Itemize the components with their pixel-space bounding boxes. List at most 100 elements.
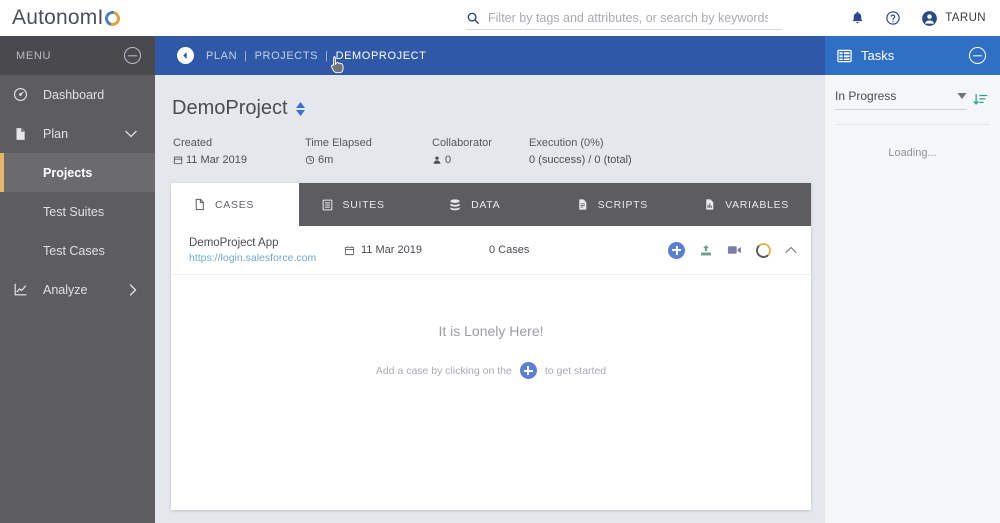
app-root: Autonom I Filter by tags and attributes,… — [0, 0, 1000, 523]
breadcrumb-item-plan[interactable]: PLAN — [206, 50, 237, 62]
task-list-icon — [837, 49, 852, 63]
tasks-title: Tasks — [861, 48, 895, 63]
case-date-label: 11 Mar 2019 — [361, 244, 422, 256]
tab-variables[interactable]: VARIABLES — [681, 183, 812, 226]
chart-line-icon — [13, 282, 35, 297]
chevron-down-icon[interactable] — [125, 130, 137, 138]
case-count-label: 0 Cases — [489, 244, 530, 256]
case-name-label: DemoProject App — [189, 236, 279, 249]
help-circle-icon[interactable] — [885, 10, 901, 26]
dashboard-gauge-icon — [13, 87, 35, 102]
tasks-panel-header: Tasks — [825, 36, 1000, 75]
page-title-text: DemoProject — [172, 97, 288, 119]
meta-value-wrap: 0 (success) / 0 (total) — [529, 154, 709, 166]
sidebar: MENU Dashboard Plan Projects Test Suites… — [0, 36, 155, 523]
tab-label: DATA — [471, 198, 501, 211]
back-arrow-circle-icon[interactable] — [177, 47, 194, 64]
database-icon — [448, 198, 462, 212]
tab-scripts[interactable]: SCRIPTS — [553, 183, 682, 226]
brand-name-suffix: I — [97, 6, 104, 29]
account-circle-icon — [921, 10, 938, 27]
sidebar-item-analyze[interactable]: Analyze — [0, 270, 155, 309]
sidebar-header-label: MENU — [16, 49, 52, 62]
tasks-status-select[interactable]: In Progress — [835, 89, 967, 110]
meta-value: 11 Mar 2019 — [186, 154, 247, 166]
chevron-right-icon[interactable] — [129, 283, 137, 296]
script-file-icon — [576, 197, 589, 212]
case-name-cell: DemoProject App https://login.salesforce… — [189, 237, 344, 264]
person-icon — [432, 155, 442, 165]
search-input[interactable] — [488, 10, 768, 25]
sort-descending-icon[interactable] — [973, 92, 988, 107]
user-name-label: TARUN — [945, 12, 986, 24]
meta-value-wrap: 0 — [432, 154, 529, 166]
breadcrumb-separator: | — [244, 49, 248, 62]
page-title: DemoProject — [155, 75, 825, 120]
meta-label: Collaborator — [432, 137, 492, 149]
search-bar[interactable] — [466, 6, 782, 30]
meta-created: Created 11 Mar 2019 — [173, 137, 305, 166]
sidebar-item-label: Plan — [43, 126, 69, 141]
tab-cases[interactable]: CASES — [171, 183, 299, 226]
search-icon — [466, 11, 480, 25]
top-bar-actions: TARUN — [850, 0, 986, 36]
file-icon — [193, 197, 206, 212]
sidebar-item-label: Analyze — [43, 282, 88, 297]
empty-state-hint: Add a case by clicking on the to get sta… — [171, 362, 811, 379]
tab-bar: CASES SUITES DATA SCRIPTS VARIABLES — [171, 183, 812, 226]
table-row[interactable]: DemoProject App https://login.salesforce… — [171, 226, 811, 275]
project-card: CASES SUITES DATA SCRIPTS VARIABLES Demo… — [171, 183, 812, 510]
tasks-status-value: In Progress — [835, 89, 897, 103]
meta-value: 0 (success) / 0 (total) — [529, 154, 632, 166]
variables-file-icon — [703, 197, 716, 212]
video-camera-icon[interactable] — [727, 244, 742, 256]
breadcrumb-item-demoproject[interactable]: DEMOPROJECT — [336, 50, 427, 62]
calendar-icon — [344, 245, 355, 256]
sidebar-item-label: Test Cases — [43, 243, 105, 258]
tab-label: VARIABLES — [725, 198, 790, 211]
tab-suites[interactable]: SUITES — [298, 183, 427, 226]
tab-label: CASES — [215, 198, 255, 211]
sidebar-item-test-suites[interactable]: Test Suites — [0, 192, 155, 231]
sidebar-item-test-cases[interactable]: Test Cases — [0, 231, 155, 270]
bell-icon[interactable] — [850, 10, 865, 26]
empty-hint-after: to get started — [544, 364, 607, 377]
sidebar-item-label: Test Suites — [43, 204, 105, 219]
breadcrumb-item-projects[interactable]: PROJECTS — [255, 50, 318, 62]
brand-name: Autonom — [12, 6, 98, 29]
breadcrumb-separator: | — [325, 49, 329, 62]
add-plus-circle-icon[interactable] — [668, 241, 685, 259]
caret-down-icon — [957, 93, 967, 99]
sidebar-item-projects[interactable]: Projects — [0, 153, 155, 192]
top-bar: Autonom I Filter by tags and attributes,… — [0, 0, 1000, 36]
sidebar-item-plan[interactable]: Plan — [0, 114, 155, 153]
minus-circle-icon[interactable] — [124, 47, 141, 64]
meta-label: Created — [173, 137, 213, 149]
case-date-cell: 11 Mar 2019 — [344, 244, 489, 256]
tab-data[interactable]: DATA — [426, 183, 554, 226]
main-content: DemoProject Created 11 Mar 2019 Time Ela… — [155, 75, 825, 523]
empty-state-headline: It is Lonely Here! — [438, 323, 544, 339]
project-meta: Created 11 Mar 2019 Time Elapsed 6m Coll… — [155, 120, 825, 166]
empty-hint-before: Add a case by clicking on the — [375, 364, 512, 377]
breadcrumb-bar: PLAN | PROJECTS | DEMOPROJECT — [155, 36, 825, 75]
minus-circle-icon[interactable] — [969, 47, 986, 64]
case-url-link[interactable]: https://login.salesforce.com — [189, 252, 344, 264]
sort-updown-icon[interactable] — [295, 101, 305, 116]
tab-label: SCRIPTS — [597, 198, 649, 211]
tasks-loading-status: Loading... — [888, 147, 937, 159]
progress-ring-icon[interactable] — [756, 242, 771, 258]
brand-logo[interactable]: Autonom I — [12, 6, 123, 30]
case-actions — [668, 241, 797, 259]
chevron-up-icon[interactable] — [785, 246, 797, 254]
meta-label: Time Elapsed — [305, 137, 372, 149]
clock-icon — [305, 155, 315, 165]
add-plus-circle-icon[interactable] — [519, 362, 537, 379]
sidebar-item-dashboard[interactable]: Dashboard — [0, 75, 155, 114]
sidebar-item-label: Projects — [43, 165, 93, 180]
empty-state: It is Lonely Here! Add a case by clickin… — [171, 323, 811, 379]
tasks-panel: Tasks In Progress Loading... — [825, 36, 1000, 523]
tasks-filter-row: In Progress — [825, 75, 1000, 110]
user-menu[interactable]: TARUN — [921, 10, 986, 27]
upload-icon[interactable] — [699, 243, 713, 258]
